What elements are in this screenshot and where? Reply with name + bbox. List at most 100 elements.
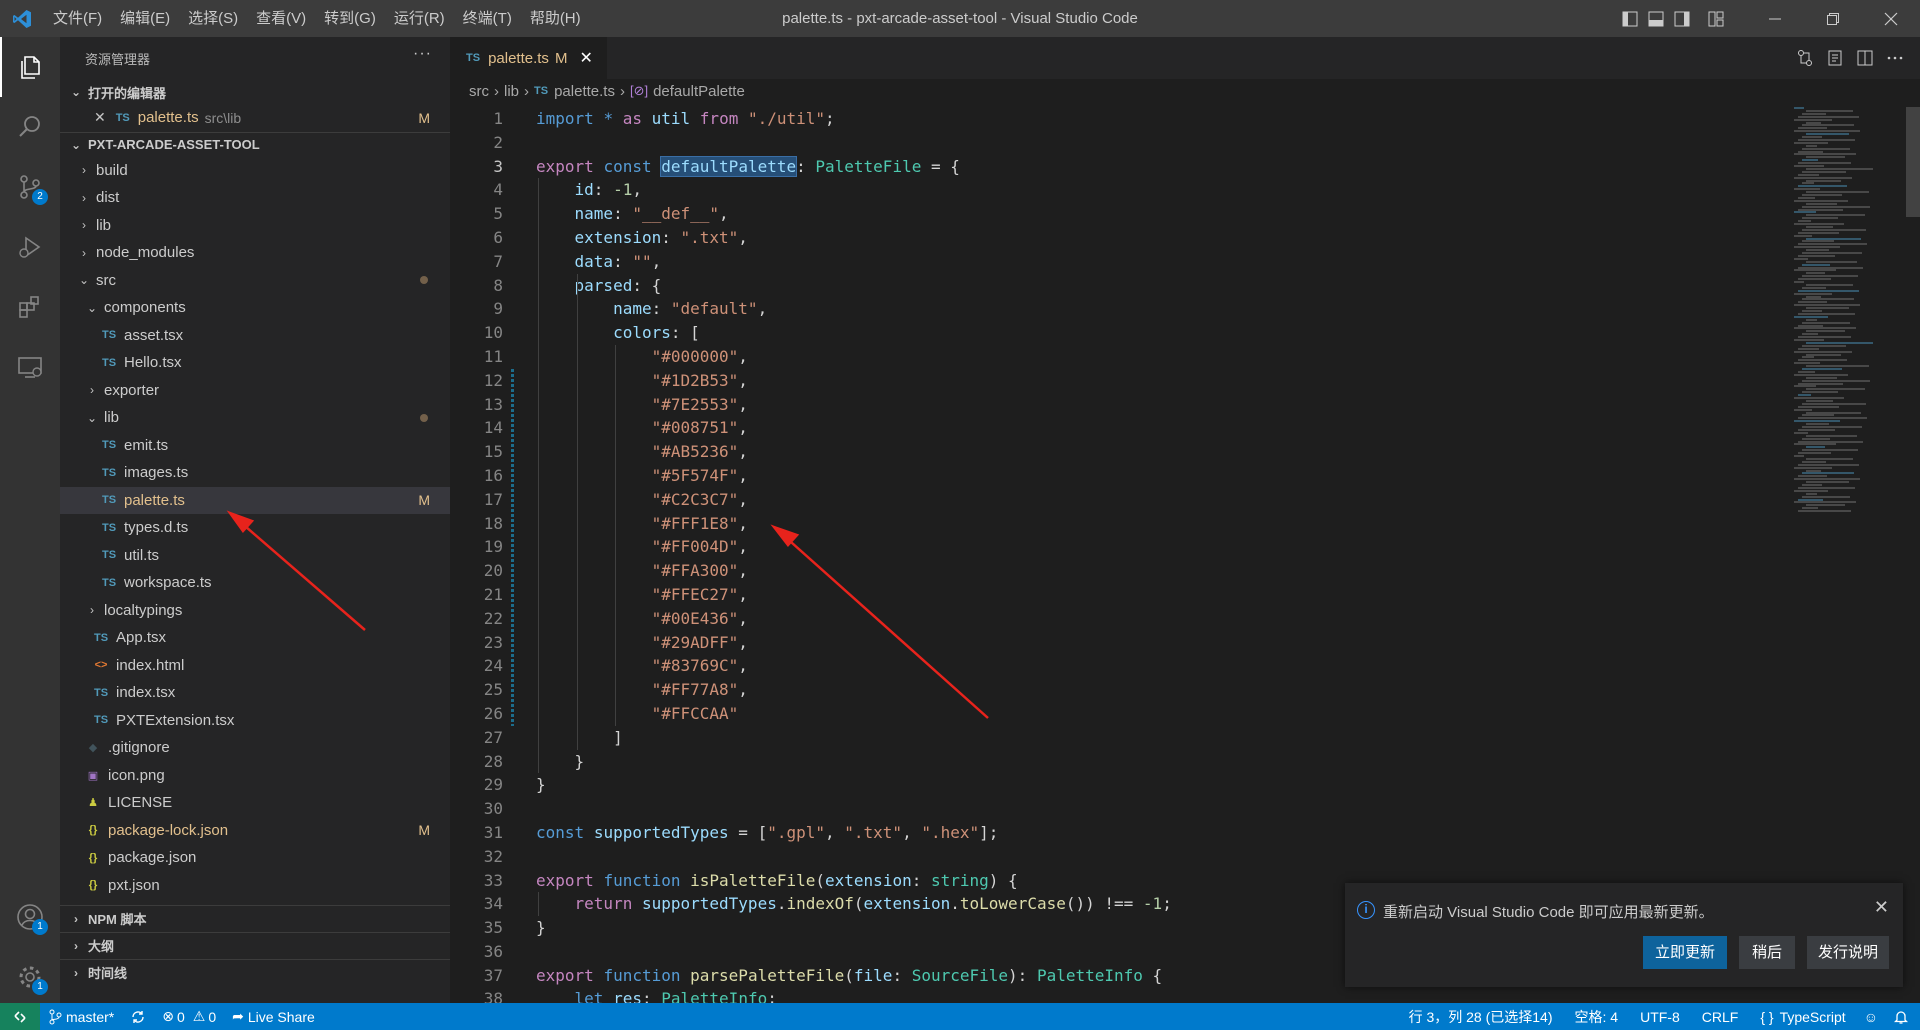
code-line[interactable]: 3 export const defaultPalette: PaletteFil… [450, 155, 1770, 179]
file-item[interactable]: TS asset.tsx [60, 322, 450, 350]
folder-item[interactable]: › dist [60, 184, 450, 212]
file-item[interactable]: TS palette.ts M [60, 486, 450, 514]
file-item[interactable]: TS Hello.tsx [60, 349, 450, 377]
file-item[interactable]: TS util.ts [60, 542, 450, 570]
code-line[interactable]: 29} [450, 773, 1770, 797]
folder-item[interactable]: ⌄ components [60, 294, 450, 322]
accounts-icon[interactable]: 1 [0, 887, 60, 947]
folder-item[interactable]: ⌄ lib [60, 404, 450, 432]
file-item[interactable]: TS PXTExtension.tsx [60, 707, 450, 735]
code-line[interactable]: 4 id: -1, [450, 178, 1770, 202]
extensions-icon[interactable] [0, 277, 60, 337]
close-icon[interactable]: ✕ [94, 109, 106, 126]
indentation[interactable]: 空格: 4 [1567, 1007, 1633, 1027]
file-item[interactable]: TS App.tsx [60, 624, 450, 652]
menu-item[interactable]: 运行(R) [385, 0, 454, 37]
code-line[interactable]: 16 "#5F574F", [450, 464, 1770, 488]
open-preview-icon[interactable] [1820, 43, 1850, 73]
sync-icon[interactable] [122, 1009, 154, 1025]
project-section[interactable]: ⌄ PXT-ARCADE-ASSET-TOOL [60, 131, 450, 157]
search-icon[interactable] [0, 97, 60, 157]
code-line[interactable]: 1 import * as util from "./util"; [450, 107, 1770, 131]
code-line[interactable]: 31 const supportedTypes = [".gpl", ".txt"… [450, 821, 1770, 845]
file-item[interactable]: TS images.ts [60, 459, 450, 487]
source-control-icon[interactable]: 2 [0, 157, 60, 217]
code-line[interactable]: 15 "#AB5236", [450, 440, 1770, 464]
code-line[interactable]: 30 [450, 797, 1770, 821]
close-window-button[interactable] [1862, 0, 1920, 37]
close-notification-icon[interactable]: ✕ [1874, 897, 1889, 918]
menu-item[interactable]: 选择(S) [179, 0, 247, 37]
customize-layout-icon[interactable] [1704, 0, 1728, 37]
menu-item[interactable]: 转到(G) [315, 0, 385, 37]
end-of-line[interactable]: CRLF [1694, 1009, 1753, 1025]
later-button[interactable]: 稍后 [1739, 936, 1795, 969]
folder-item[interactable]: › build [60, 157, 450, 185]
open-editors-section[interactable]: ⌄ 打开的编辑器 [60, 79, 450, 104]
file-item[interactable]: ♟ LICENSE [60, 789, 450, 817]
menu-item[interactable]: 文件(F) [44, 0, 111, 37]
code-line[interactable]: 12 "#1D2B53", [450, 369, 1770, 393]
file-item[interactable]: TS types.d.ts [60, 514, 450, 542]
code-line[interactable]: 5 name: "__def__", [450, 202, 1770, 226]
remote-explorer-icon[interactable] [0, 337, 60, 397]
folder-item[interactable]: › exporter [60, 377, 450, 405]
file-item[interactable]: TS index.tsx [60, 679, 450, 707]
folder-item[interactable]: › localtypings [60, 597, 450, 625]
code-line[interactable]: 11 "#000000", [450, 345, 1770, 369]
breadcrumb-item[interactable]: palette.ts [554, 83, 615, 100]
restore-button[interactable] [1804, 0, 1862, 37]
live-share-status[interactable]: ➦ Live Share [224, 1008, 323, 1025]
breadcrumb-item[interactable]: lib [504, 83, 519, 100]
code-line[interactable]: 32 [450, 845, 1770, 869]
code-line[interactable]: 9 name: "default", [450, 297, 1770, 321]
code-line[interactable]: 20 "#FFA300", [450, 559, 1770, 583]
problems-status[interactable]: ⊗ 0 ⚠ 0 [154, 1008, 224, 1025]
menu-item[interactable]: 编辑(E) [111, 0, 179, 37]
notifications-bell-icon[interactable] [1888, 1009, 1920, 1025]
code-line[interactable]: 19 "#FF004D", [450, 535, 1770, 559]
language-mode[interactable]: { } TypeScript [1752, 1009, 1853, 1025]
file-item[interactable]: {} package-lock.json M [60, 817, 450, 845]
collapsed-section[interactable]: › NPM 脚本 [60, 904, 450, 932]
cursor-position[interactable]: 行 3，列 28 (已选择14) [1401, 1007, 1567, 1027]
file-item[interactable]: ◆ .gitignore [60, 734, 450, 762]
toggle-primary-sidebar-icon[interactable] [1618, 0, 1642, 37]
run-debug-icon[interactable] [0, 217, 60, 277]
encoding[interactable]: UTF-8 [1632, 1009, 1694, 1025]
code-line[interactable]: 7 data: "", [450, 250, 1770, 274]
split-editor-icon[interactable] [1850, 43, 1880, 73]
tab-palette-ts[interactable]: TS palette.ts M ✕ [450, 37, 607, 79]
menu-item[interactable]: 帮助(H) [521, 0, 590, 37]
vertical-scrollbar[interactable] [1906, 107, 1920, 217]
code-line[interactable]: 8 parsed: { [450, 274, 1770, 298]
code-editor[interactable]: 1 import * as util from "./util"; 2 3 export… [450, 107, 1770, 1011]
feedback-icon[interactable]: ☺ [1854, 1009, 1888, 1025]
breadcrumb-item[interactable]: defaultPalette [653, 83, 745, 100]
code-line[interactable]: 21 "#FFEC27", [450, 583, 1770, 607]
code-line[interactable]: 23 "#29ADFF", [450, 631, 1770, 655]
explorer-icon[interactable] [0, 37, 60, 97]
minimize-button[interactable] [1746, 0, 1804, 37]
file-item[interactable]: ▣ icon.png [60, 762, 450, 790]
code-line[interactable]: 2 [450, 131, 1770, 155]
code-line[interactable]: 27 ] [450, 726, 1770, 750]
code-line[interactable]: 25 "#FF77A8", [450, 678, 1770, 702]
collapsed-section[interactable]: › 大纲 [60, 931, 450, 959]
file-item[interactable]: TS workspace.ts [60, 569, 450, 597]
file-item[interactable]: <> index.html [60, 652, 450, 680]
code-line[interactable]: 17 "#C2C3C7", [450, 488, 1770, 512]
breadcrumb-item[interactable]: src [469, 83, 489, 100]
remote-indicator-icon[interactable] [0, 1003, 40, 1030]
more-actions-icon[interactable]: ··· [413, 45, 432, 63]
update-now-button[interactable]: 立即更新 [1643, 936, 1727, 969]
toggle-secondary-sidebar-icon[interactable] [1670, 0, 1694, 37]
toggle-panel-icon[interactable] [1644, 0, 1668, 37]
branch-status[interactable]: master* [40, 1009, 122, 1025]
file-item[interactable]: ⓜREADME.md [60, 899, 450, 905]
file-item[interactable]: {} pxt.json [60, 872, 450, 900]
file-item[interactable]: {} package.json [60, 844, 450, 872]
minimap[interactable] [1786, 107, 1906, 527]
file-item[interactable]: TS emit.ts [60, 432, 450, 460]
folder-item[interactable]: › lib [60, 212, 450, 240]
